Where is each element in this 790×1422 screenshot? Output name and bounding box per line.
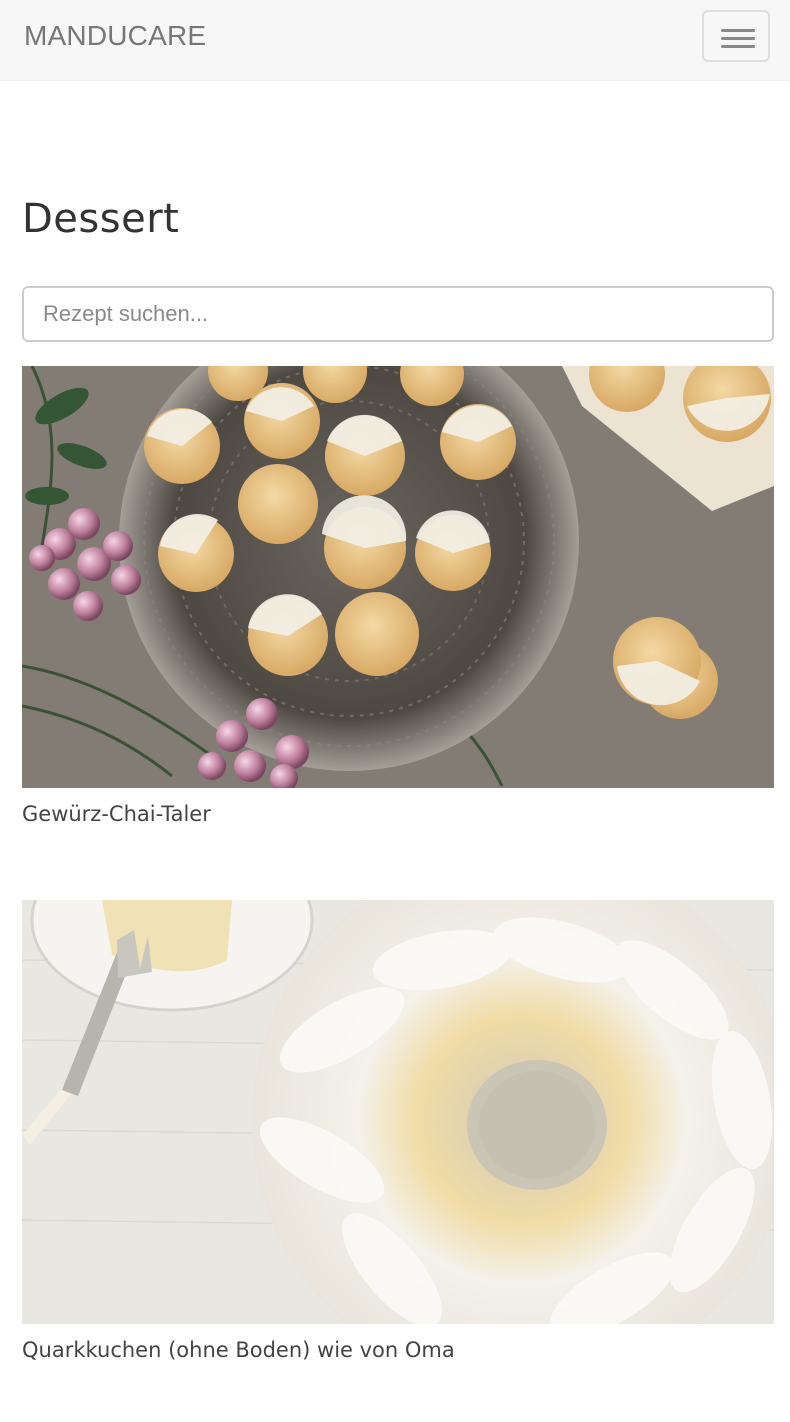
navbar: MANDUCARE bbox=[0, 0, 790, 81]
recipe-title-1[interactable]: Gewürz-Chai-Taler bbox=[22, 802, 211, 826]
recipe-image-1[interactable] bbox=[22, 366, 774, 788]
hamburger-menu-icon bbox=[721, 29, 755, 32]
brand-logo[interactable]: MANDUCARE bbox=[24, 20, 206, 52]
recipe-title-2[interactable]: Quarkkuchen (ohne Boden) wie von Oma bbox=[22, 1338, 455, 1362]
search-input[interactable] bbox=[22, 286, 774, 342]
menu-toggle-button[interactable] bbox=[702, 10, 770, 62]
page-title: Dessert bbox=[22, 196, 180, 242]
hamburger-menu-icon bbox=[721, 37, 755, 40]
hamburger-menu-icon bbox=[721, 45, 755, 48]
recipe-image-2[interactable] bbox=[22, 900, 774, 1324]
